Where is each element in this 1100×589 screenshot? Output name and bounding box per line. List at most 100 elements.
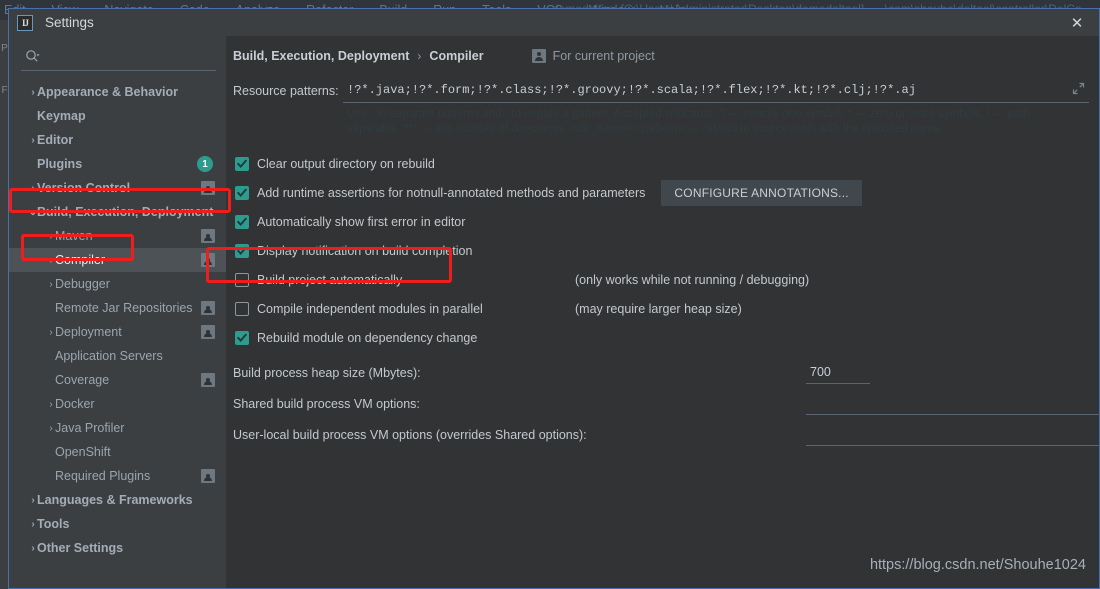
sidebar-item-editor[interactable]: › Editor (9, 128, 226, 152)
project-scope-icon (201, 253, 215, 267)
checkbox-rebuild-module-on-dependency-change[interactable] (235, 330, 249, 345)
sidebar-item-label: Java Profiler (55, 421, 125, 435)
shared-vm-options-label: Shared build process VM options: (233, 397, 420, 411)
chevron-right-icon[interactable]: › (28, 183, 38, 194)
sidebar-item-debugger[interactable]: › Debugger (9, 272, 226, 296)
settings-dialog: IJ Settings ✕ › Appearance & Behavior Ke… (8, 8, 1100, 589)
sidebar-item-label: Deployment (55, 325, 122, 339)
option-row-clear-output-directory-on-rebuild: Clear output directory on rebuild (235, 149, 1099, 178)
settings-sidebar: › Appearance & Behavior Keymap › Editor Plugi… (9, 36, 226, 588)
sidebar-item-label: Version Control (37, 181, 131, 195)
checkbox-label-compile-independent-modules-in-parallel[interactable]: Compile independent modules in parallel (257, 302, 483, 316)
option-row-rebuild-module-on-dependency-change: Rebuild module on dependency change (235, 323, 1099, 352)
configure-annotations-button[interactable]: CONFIGURE ANNOTATIONS... (661, 179, 862, 206)
sidebar-item-docker[interactable]: › Docker (9, 392, 226, 416)
chevron-right-icon[interactable]: › (46, 231, 56, 242)
sidebar-item-other-settings[interactable]: › Other Settings (9, 536, 226, 560)
sidebar-item-label: Appearance & Behavior (37, 85, 179, 99)
sidebar-item-label: Tools (37, 517, 70, 531)
shared-vm-options-row: Shared build process VM options: (226, 393, 1100, 415)
resource-patterns-input[interactable] (343, 81, 1089, 103)
project-scope-icon (201, 181, 215, 195)
checkbox-label-build-project-automatically[interactable]: Build project automatically (257, 273, 402, 287)
chevron-right-icon[interactable]: › (46, 399, 56, 410)
chevron-right-icon[interactable]: › (46, 327, 56, 338)
ide-strip-label[interactable]: P (0, 28, 9, 70)
chevron-right-icon[interactable]: › (46, 279, 56, 290)
chevron-right-icon[interactable]: › (28, 87, 38, 98)
sidebar-item-keymap[interactable]: Keymap (9, 104, 226, 128)
sidebar-item-coverage[interactable]: Coverage (9, 368, 226, 392)
sidebar-item-application-servers[interactable]: Application Servers (9, 344, 226, 368)
search-input[interactable] (40, 51, 216, 66)
chevron-right-icon[interactable]: › (28, 495, 38, 506)
ide-strip-label[interactable]: F (0, 70, 9, 112)
heap-size-row: Build process heap size (Mbytes): (226, 362, 1099, 384)
plugins-update-badge: 1 (197, 156, 213, 172)
chevron-right-icon[interactable]: › (28, 135, 38, 146)
sidebar-item-appearance-behavior[interactable]: › Appearance & Behavior (9, 80, 226, 104)
sidebar-item-languages-frameworks[interactable]: › Languages & Frameworks (9, 488, 226, 512)
chevron-right-icon[interactable]: › (46, 255, 56, 266)
sidebar-item-build-execution-deployment[interactable]: ⌄ Build, Execution, Deployment (9, 200, 226, 224)
user-vm-options-input[interactable] (806, 424, 1100, 446)
checkbox-automatically-show-first-error-in-editor[interactable] (235, 214, 249, 229)
checkbox-label-add-runtime-assertions-for-notnull-annotated-methods-and-parameters[interactable]: Add runtime assertions for notnull-annot… (257, 186, 645, 200)
dialog-title: Settings (45, 15, 94, 30)
heap-size-input[interactable] (806, 362, 870, 384)
shared-vm-options-input[interactable] (806, 393, 1100, 415)
settings-content: Build, Execution, Deployment › Compiler … (226, 36, 1100, 588)
chevron-right-icon[interactable]: › (28, 543, 38, 554)
sidebar-item-label: Build, Execution, Deployment (37, 205, 214, 219)
chevron-down-icon[interactable]: ⌄ (28, 207, 38, 218)
intellij-logo-icon: IJ (17, 14, 33, 31)
compiler-options-list: Clear output directory on rebuild Add run… (226, 149, 1099, 352)
scope-indicator[interactable]: For current project (531, 49, 655, 63)
sidebar-item-label: Required Plugins (55, 469, 151, 483)
ide-left-strip-labels: PF (0, 28, 9, 112)
checkbox-clear-output-directory-on-rebuild[interactable] (235, 156, 249, 171)
search-icon (25, 49, 40, 69)
search-box[interactable] (21, 47, 216, 71)
sidebar-item-java-profiler[interactable]: › Java Profiler (9, 416, 226, 440)
sidebar-item-required-plugins[interactable]: Required Plugins (9, 464, 226, 488)
checkbox-label-automatically-show-first-error-in-editor[interactable]: Automatically show first error in editor (257, 215, 465, 229)
resource-patterns-hint: Use ; to separate patterns and ! to nega… (226, 107, 1099, 137)
checkbox-display-notification-on-build-completion[interactable] (235, 243, 249, 258)
sidebar-item-tools[interactable]: › Tools (9, 512, 226, 536)
user-vm-options-row: User-local build process VM options (ove… (226, 424, 1100, 446)
sidebar-item-label: OpenShift (55, 445, 111, 459)
sidebar-item-compiler[interactable]: › Compiler (9, 248, 226, 272)
settings-tree[interactable]: › Appearance & Behavior Keymap › Editor Plugi… (9, 80, 226, 560)
option-row-display-notification-on-build-completion: Display notification on build completion (235, 236, 1099, 265)
sidebar-item-plugins[interactable]: Plugins 1 (9, 152, 226, 176)
checkbox-label-display-notification-on-build-completion[interactable]: Display notification on build completion (257, 244, 472, 258)
checkbox-add-runtime-assertions-for-notnull-annotated-methods-and-parameters[interactable] (235, 185, 249, 200)
sidebar-item-maven[interactable]: › Maven (9, 224, 226, 248)
checkbox-compile-independent-modules-in-parallel[interactable] (235, 301, 249, 316)
option-row-automatically-show-first-error-in-editor: Automatically show first error in editor (235, 207, 1099, 236)
project-scope-icon (201, 469, 215, 483)
dialog-body: › Appearance & Behavior Keymap › Editor Plugi… (9, 36, 1100, 588)
resource-patterns-hint-line1: Use ; to separate patterns and ! to nega… (347, 108, 1031, 120)
project-scope-icon (201, 373, 215, 387)
sidebar-item-deployment[interactable]: › Deployment (9, 320, 226, 344)
project-scope-icon (201, 325, 215, 339)
breadcrumb-root[interactable]: Build, Execution, Deployment (233, 49, 409, 63)
watermark: https://blog.csdn.net/Shouhe1024 (869, 557, 1086, 573)
chevron-right-icon[interactable]: › (46, 423, 56, 434)
breadcrumb: Build, Execution, Deployment › Compiler … (226, 36, 1099, 63)
close-icon[interactable]: ✕ (1055, 9, 1099, 36)
checkbox-label-rebuild-module-on-dependency-change[interactable]: Rebuild module on dependency change (257, 331, 477, 345)
checkbox-build-project-automatically[interactable] (235, 272, 249, 287)
sidebar-item-label: Compiler (55, 253, 106, 267)
sidebar-item-remote-jar-repositories[interactable]: Remote Jar Repositories (9, 296, 226, 320)
checkbox-label-clear-output-directory-on-rebuild[interactable]: Clear output directory on rebuild (257, 157, 435, 171)
sidebar-item-openshift[interactable]: OpenShift (9, 440, 226, 464)
sidebar-item-label: Maven (55, 229, 93, 243)
expand-icon[interactable] (1072, 82, 1085, 95)
screenshot-root: Edit View Navigate Code Analyze Refactor… (0, 0, 1100, 589)
chevron-right-icon[interactable]: › (28, 519, 38, 530)
option-row-add-runtime-assertions-for-notnull-annotated-methods-and-parameters: Add runtime assertions for notnull-annot… (235, 178, 1099, 207)
sidebar-item-version-control[interactable]: › Version Control (9, 176, 226, 200)
